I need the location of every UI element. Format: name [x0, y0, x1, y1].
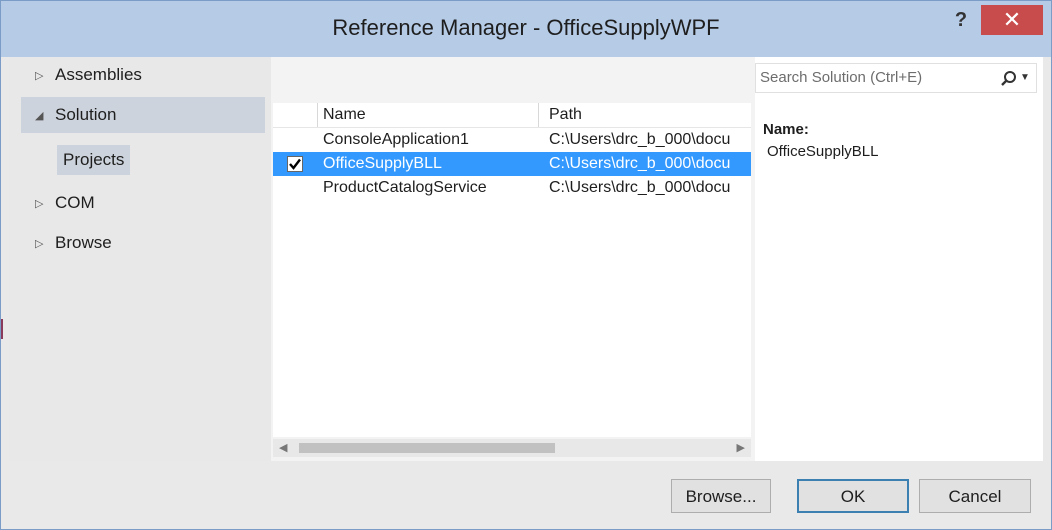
sidebar-item-label: Solution [55, 105, 117, 124]
search-options-dropdown-icon[interactable]: ▼ [1020, 72, 1030, 83]
title-bar[interactable]: Reference Manager - OfficeSupplyWPF ? ✕ [1, 1, 1051, 57]
help-button[interactable]: ? [943, 5, 979, 35]
project-checkbox[interactable] [287, 156, 303, 172]
ok-button[interactable]: OK [797, 479, 909, 513]
sidebar-item-browse[interactable]: ▷ Browse [21, 225, 265, 261]
browse-button[interactable]: Browse... [671, 479, 771, 513]
column-header-name[interactable]: Name [319, 103, 539, 127]
category-sidebar: ▷ Assemblies ◢ Solution Projects ▷ COM ▷ Bro… [9, 57, 271, 461]
scroll-right-icon[interactable]: ▶ [731, 441, 745, 455]
expand-arrow-icon[interactable]: ▷ [35, 58, 55, 94]
search-box[interactable]: Search Solution (Ctrl+E) ▼ [755, 63, 1037, 93]
column-header-check[interactable] [273, 103, 318, 127]
sidebar-item-com[interactable]: ▷ COM [21, 185, 265, 221]
sidebar-item-solution[interactable]: ◢ Solution [21, 97, 265, 133]
project-path: C:\Users\drc_b_000\docu [549, 131, 731, 148]
table-row[interactable]: ProductCatalogService C:\Users\drc_b_000… [273, 176, 751, 200]
search-icon[interactable] [1000, 70, 1018, 88]
column-header-path[interactable]: Path [545, 103, 751, 127]
dialog-client-area: ▷ Assemblies ◢ Solution Projects ▷ COM ▷ Bro… [9, 57, 1043, 521]
scroll-left-icon[interactable]: ◀ [279, 441, 293, 455]
project-list-area: Name Path ConsoleApplication1 C:\Users\d… [271, 57, 755, 461]
sidebar-item-label: Assemblies [55, 65, 142, 84]
sidebar-item-assemblies[interactable]: ▷ Assemblies [21, 57, 265, 93]
checkmark-icon [289, 158, 301, 170]
cancel-button[interactable]: Cancel [919, 479, 1031, 513]
project-grid: Name Path ConsoleApplication1 C:\Users\d… [273, 103, 751, 437]
scrollbar-thumb[interactable] [299, 443, 555, 453]
expand-arrow-icon[interactable]: ▷ [35, 226, 55, 262]
window-title: Reference Manager - OfficeSupplyWPF [332, 15, 720, 40]
project-name: ConsoleApplication1 [323, 131, 469, 148]
table-row[interactable]: ConsoleApplication1 C:\Users\drc_b_000\d… [273, 128, 751, 152]
collapse-arrow-icon[interactable]: ◢ [35, 98, 55, 134]
close-button[interactable]: ✕ [981, 5, 1043, 35]
dialog-footer: Browse... OK Cancel [9, 461, 1043, 521]
project-name: OfficeSupplyBLL [323, 155, 442, 172]
project-path: C:\Users\drc_b_000\docu [549, 179, 731, 196]
reference-manager-dialog: Reference Manager - OfficeSupplyWPF ? ✕ … [0, 0, 1052, 530]
grid-header: Name Path [273, 103, 751, 128]
sidebar-item-label: COM [55, 193, 95, 212]
search-input[interactable]: Search Solution (Ctrl+E) [760, 64, 922, 92]
horizontal-scrollbar[interactable]: ◀ ▶ [273, 439, 751, 457]
project-name: ProductCatalogService [323, 179, 487, 196]
detail-name-label: Name: [763, 121, 809, 138]
project-path: C:\Users\drc_b_000\docu [549, 155, 731, 172]
window-edge-marker [1, 319, 3, 339]
detail-name-value: OfficeSupplyBLL [767, 143, 879, 160]
table-row[interactable]: OfficeSupplyBLL C:\Users\drc_b_000\docu [273, 152, 751, 176]
details-pane: Search Solution (Ctrl+E) ▼ Name: OfficeS… [755, 57, 1043, 461]
expand-arrow-icon[interactable]: ▷ [35, 186, 55, 222]
sidebar-item-projects[interactable]: Projects [57, 145, 131, 175]
sidebar-item-label: Browse [55, 233, 112, 252]
